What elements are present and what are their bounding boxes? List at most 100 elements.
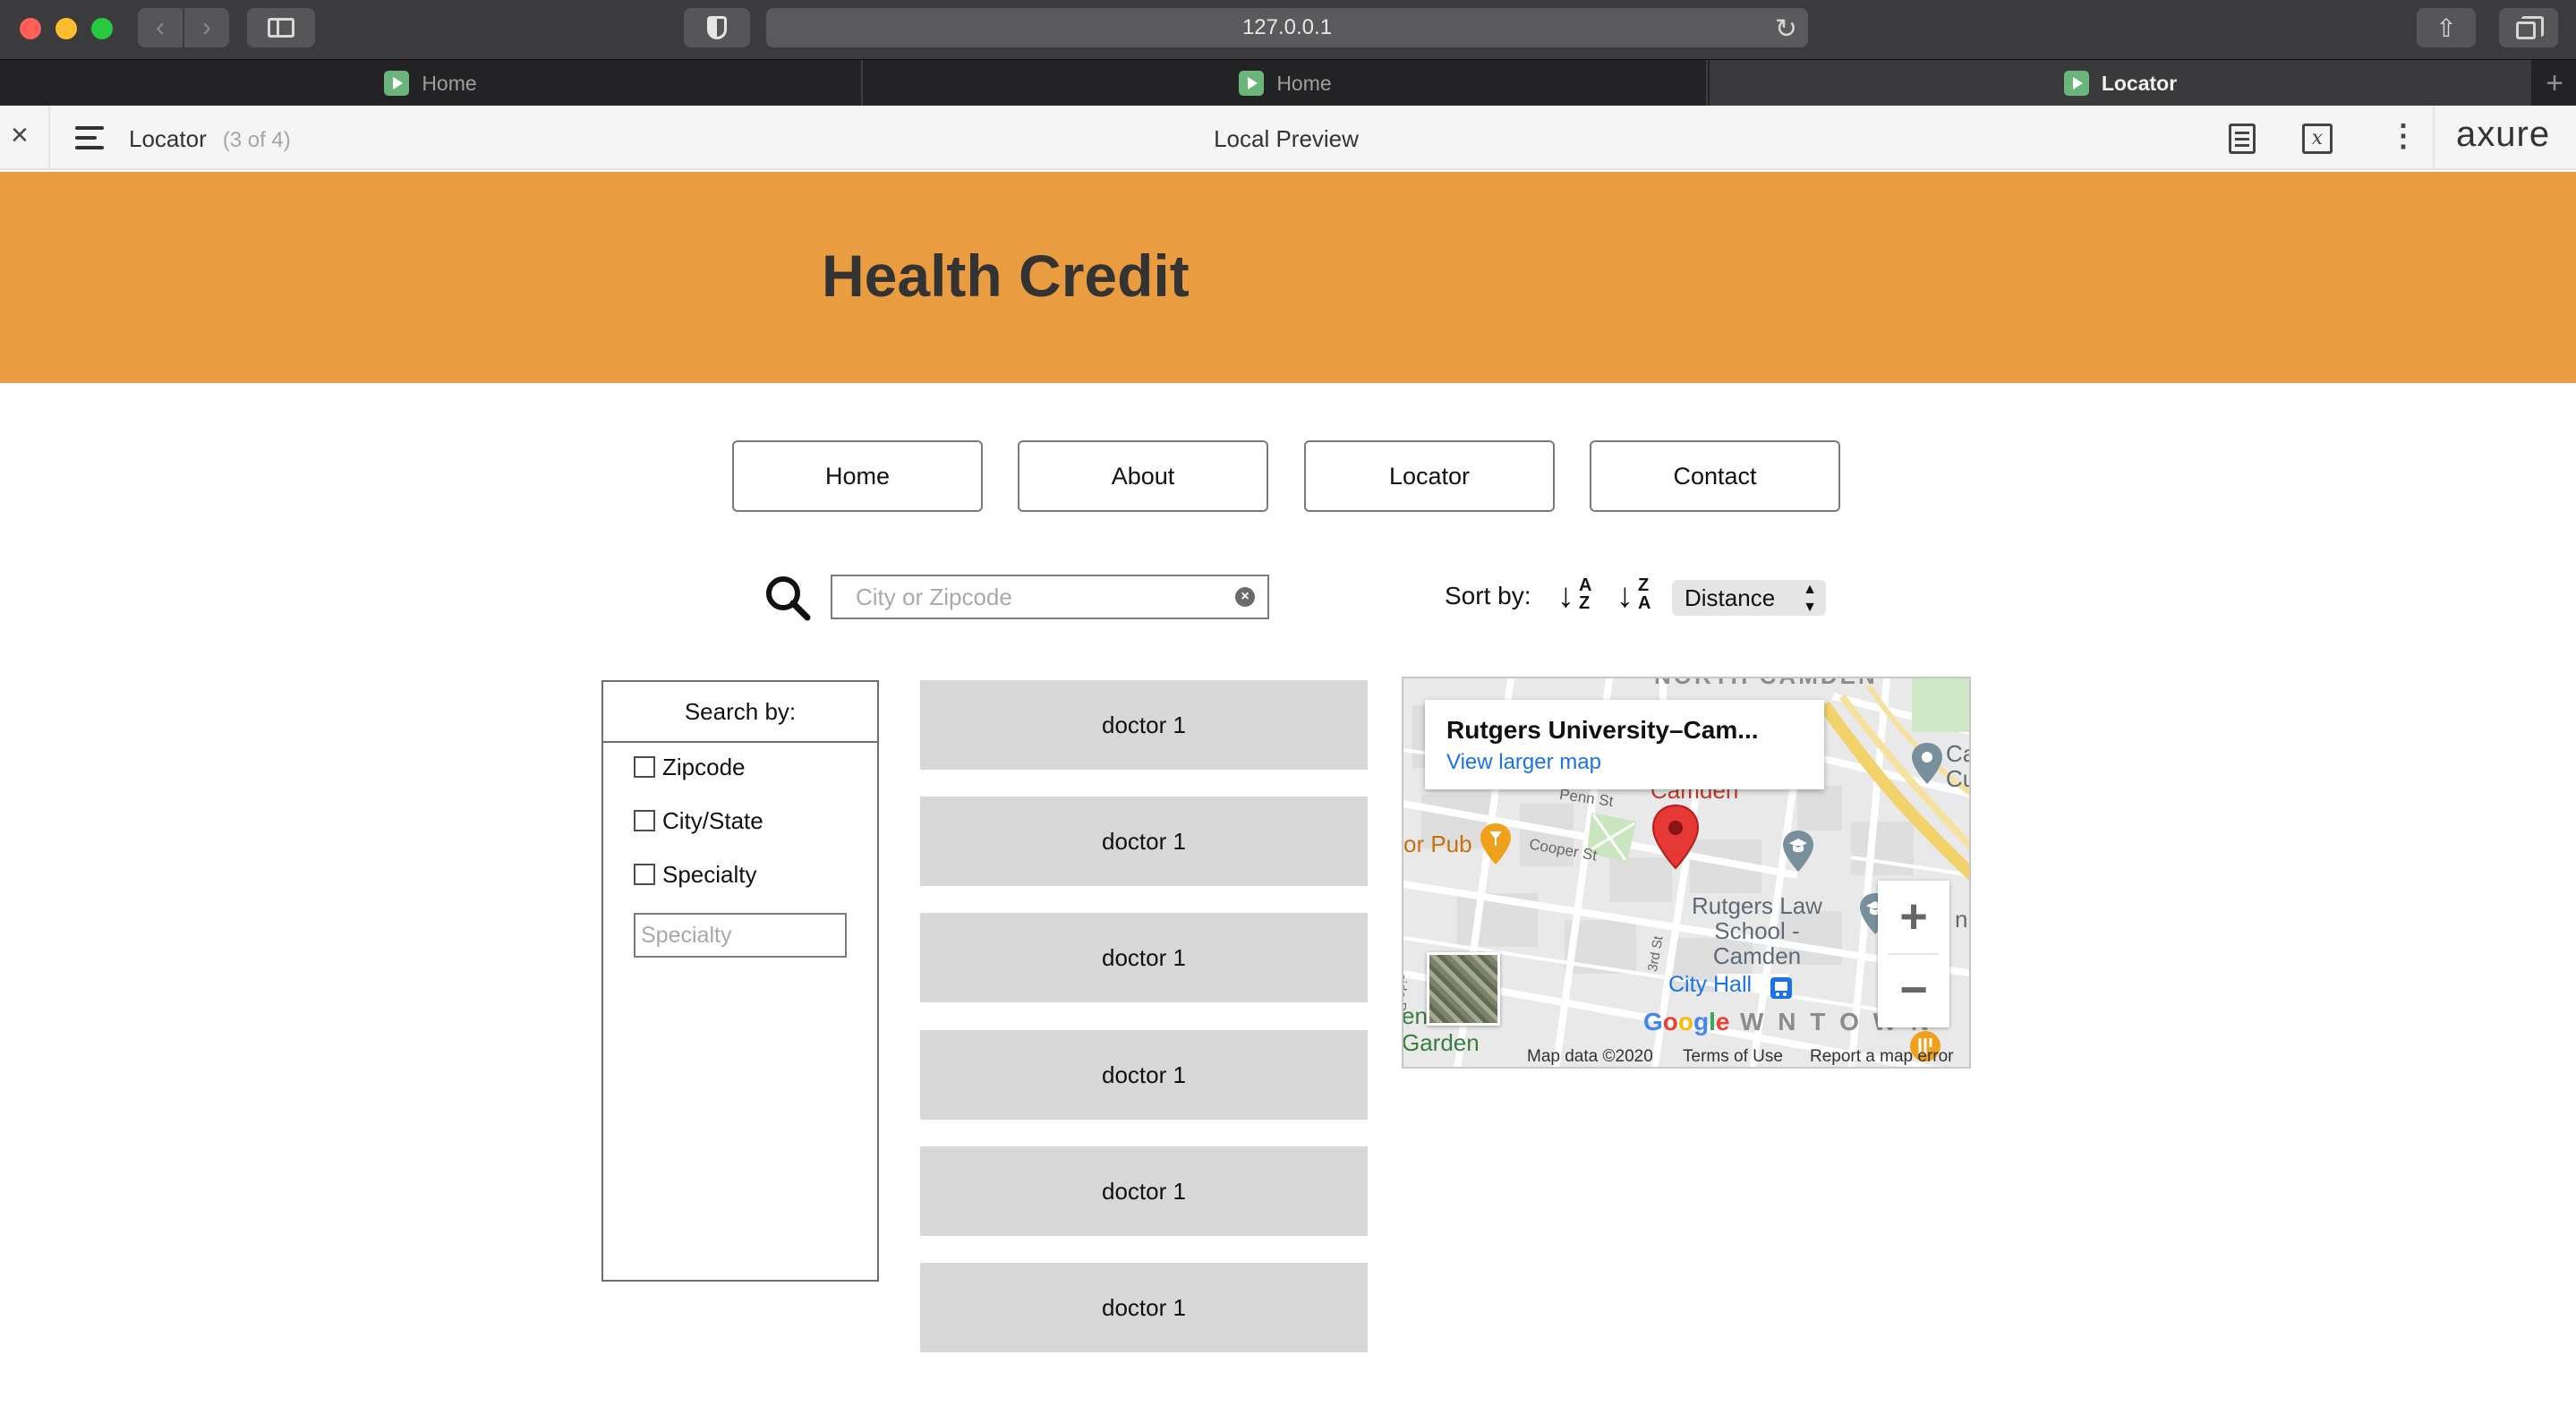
search-by-panel: Search by: Zipcode City/State Specialty [601, 680, 879, 1282]
bar-marker-icon[interactable] [1479, 822, 1513, 866]
nav-about-button[interactable]: About [1018, 440, 1268, 512]
tab-label: Home [1276, 71, 1332, 95]
sort-selected-value: Distance [1685, 584, 1776, 611]
tab-home-2[interactable]: Home [865, 60, 1708, 107]
axure-favicon-icon [384, 71, 410, 96]
sort-descending-icon[interactable]: ↓ Z A [1616, 576, 1661, 616]
filter-option-city-state[interactable]: City/State [634, 807, 763, 834]
specialty-input[interactable] [634, 913, 847, 958]
toolbar-divider [2433, 106, 2435, 170]
satellite-toggle-button[interactable] [1427, 952, 1500, 1026]
notes-icon[interactable] [2229, 124, 2256, 154]
close-icon[interactable]: × [11, 118, 29, 153]
sort-by-select[interactable]: Distance ▲ ▼ [1672, 580, 1826, 616]
privacy-report-button[interactable] [684, 8, 750, 47]
nav-home-button[interactable]: Home [732, 440, 983, 512]
place-marker-icon[interactable] [1910, 741, 1944, 786]
nav-contact-button[interactable]: Contact [1590, 440, 1840, 512]
map-label-line: Can [1946, 740, 1969, 767]
sort-letter: A [1638, 593, 1651, 613]
browser-title-bar: ‹ › 127.0.0.1 ↻ ⇧ [0, 0, 2576, 59]
result-card[interactable]: doctor 1 [920, 1146, 1368, 1236]
map-label-line: School - [1714, 917, 1800, 944]
map-label-side-dr: side Dr [1402, 974, 1409, 1017]
header-banner: Health Credit [0, 172, 2576, 383]
axure-favicon-icon [2063, 71, 2089, 96]
back-button[interactable]: ‹ [138, 8, 183, 47]
university-marker-icon[interactable] [1781, 829, 1815, 873]
tabs-overview-icon [2516, 16, 2544, 39]
sort-letter: Z [1638, 575, 1650, 595]
share-icon: ⇧ [2435, 13, 2457, 42]
forward-button[interactable]: › [184, 8, 229, 47]
terms-of-use-link[interactable]: Terms of Use [1683, 1047, 1783, 1067]
reload-icon[interactable]: ↻ [1775, 13, 1797, 45]
tab-label: Locator [2101, 71, 2178, 95]
shield-icon [707, 16, 727, 39]
current-page-indicator[interactable]: Locator (3 of 4) [129, 125, 291, 153]
tab-locator[interactable]: Locator [1710, 60, 2531, 107]
result-card[interactable]: doctor 1 [920, 1030, 1368, 1120]
preview-label: Local Preview [1214, 125, 1359, 152]
new-tab-button[interactable]: + [2533, 60, 2576, 107]
map-label-line: Camden [1712, 942, 1802, 969]
place-info-card: Rutgers University–Cam... View larger ma… [1425, 700, 1824, 789]
sort-letter: A [1579, 575, 1592, 595]
location-search-input[interactable] [832, 576, 1226, 618]
share-button[interactable]: ⇧ [2417, 8, 2476, 47]
filter-option-specialty[interactable]: Specialty [634, 861, 757, 888]
axure-logo: axure [2456, 115, 2551, 154]
zoom-in-button[interactable]: + [1878, 881, 1949, 952]
zipcode-checkbox[interactable] [634, 756, 655, 778]
map-attribution-bar: Map data ©2020 Terms of Use Report a map… [1403, 1044, 1969, 1067]
show-all-tabs-button[interactable] [2499, 8, 2558, 47]
sidebar-icon [268, 18, 294, 38]
chevron-left-icon: ‹ [156, 13, 165, 42]
sort-letter: Z [1579, 593, 1591, 613]
map-label-north-camden: NORTH CAMDEN [1654, 678, 1878, 690]
location-search-field: × [831, 575, 1269, 619]
filter-option-zipcode[interactable]: Zipcode [634, 754, 746, 780]
filter-option-label: Zipcode [662, 753, 746, 780]
down-arrow-icon: ↓ [1557, 577, 1574, 615]
site-title: Health Credit [822, 243, 1190, 309]
close-window-button[interactable] [20, 18, 41, 39]
minimize-window-button[interactable] [55, 18, 77, 39]
map-label-n: n [1955, 906, 1968, 933]
specialty-checkbox[interactable] [634, 864, 655, 885]
map-label-city-hall: City Hall [1668, 972, 1753, 997]
zoom-out-button[interactable]: − [1878, 956, 1949, 1027]
result-card[interactable]: doctor 1 [920, 913, 1368, 1002]
show-sidebar-button[interactable] [247, 8, 315, 47]
url-text: 127.0.0.1 [1241, 15, 1333, 39]
location-pin-icon[interactable] [1651, 804, 1701, 870]
result-card[interactable]: doctor 1 [920, 797, 1368, 886]
zoom-window-button[interactable] [91, 18, 113, 39]
result-card[interactable]: doctor 1 [920, 1263, 1368, 1352]
view-larger-map-link[interactable]: View larger map [1446, 750, 1601, 775]
google-logo: Google [1643, 1008, 1730, 1035]
chevron-right-icon: › [202, 13, 211, 42]
address-bar[interactable]: 127.0.0.1 ↻ [766, 8, 1808, 47]
variables-icon[interactable]: x [2302, 124, 2333, 154]
report-map-error-link[interactable]: Report a map error [1810, 1047, 1954, 1067]
nav-locator-button[interactable]: Locator [1304, 440, 1555, 512]
map-label-line: Cus [1946, 765, 1969, 792]
down-arrow-icon: ↓ [1616, 577, 1633, 615]
map-zoom-control: + − [1878, 881, 1949, 1027]
tab-label: Home [422, 71, 477, 95]
select-arrows-icon: ▲ ▼ [1803, 582, 1817, 615]
more-options-icon[interactable]: ⋮ [2388, 118, 2418, 154]
result-card[interactable]: doctor 1 [920, 680, 1368, 770]
map-data-credit: Map data ©2020 [1527, 1047, 1653, 1066]
sort-ascending-icon[interactable]: ↓ A Z [1557, 576, 1602, 616]
search-icon[interactable] [763, 573, 813, 623]
tab-home-1[interactable]: Home [0, 60, 863, 107]
hamburger-menu-icon[interactable] [75, 126, 104, 149]
embedded-map[interactable]: NORTH CAMDEN Camden Penn St Cooper St or… [1402, 677, 1971, 1069]
zoom-divider [1889, 953, 1939, 955]
map-label-line: Rutgers Law [1692, 892, 1822, 919]
city-state-checkbox[interactable] [634, 810, 655, 831]
search-by-title: Search by: [603, 682, 877, 743]
clear-search-icon[interactable]: × [1235, 587, 1255, 607]
